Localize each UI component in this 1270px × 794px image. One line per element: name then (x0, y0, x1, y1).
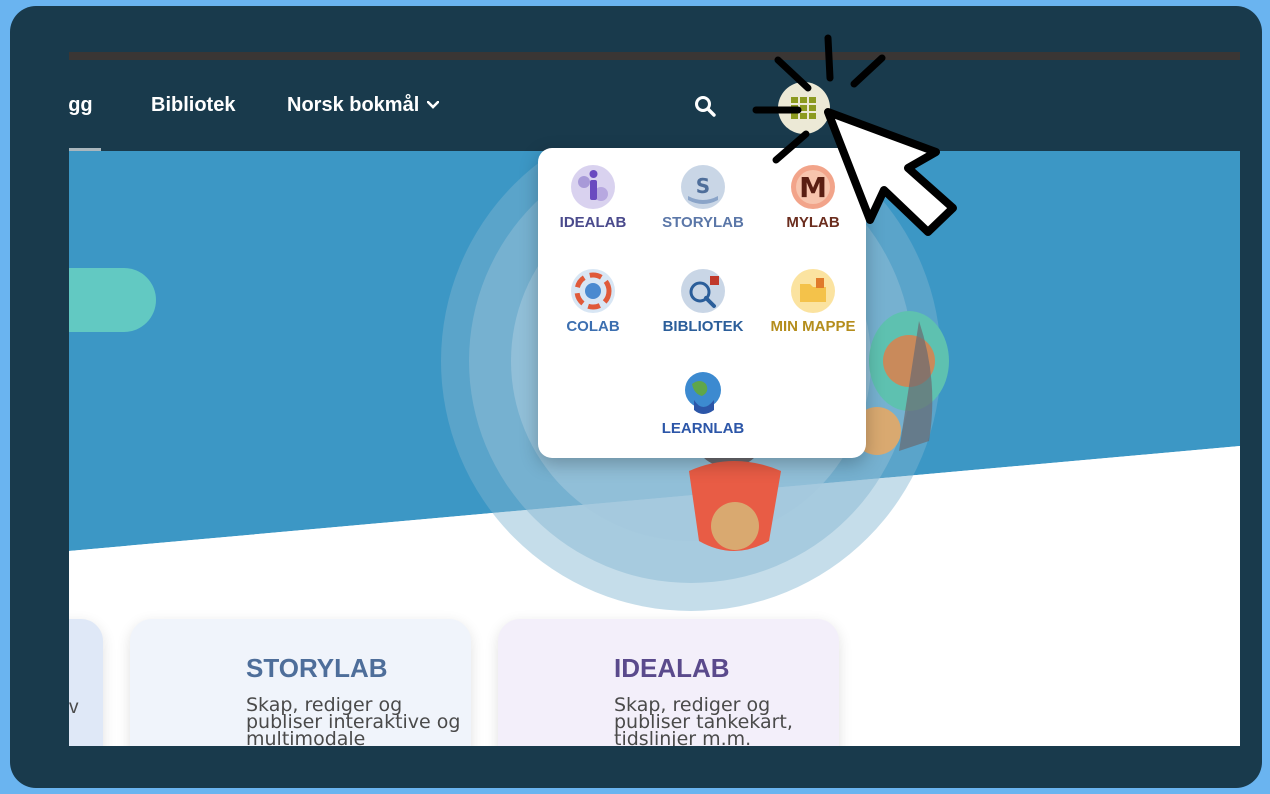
storylab-icon: S (681, 165, 725, 209)
card-description: Skap, rediger og publiser tankekart, tid… (614, 694, 793, 747)
card-description: Skap, rediger og publiser interaktive og… (246, 694, 461, 747)
app-label: IDEALAB (559, 214, 627, 231)
app-bibliotek[interactable]: BIBLIOTEK (648, 268, 758, 335)
language-selector[interactable]: Norsk bokmål (287, 94, 440, 117)
app-storylab[interactable]: S STORYLAB (648, 164, 758, 231)
card-idealab[interactable]: IDEALAB Skap, rediger og publiser tankek… (498, 619, 839, 746)
svg-text:S: S (696, 174, 710, 198)
card-partial[interactable]: v (69, 619, 103, 746)
app-min-mappe[interactable]: MIN MAPPE (758, 268, 868, 335)
card-partial-text: v (69, 697, 79, 718)
app-label: STORYLAB (662, 214, 744, 231)
colab-icon (571, 269, 615, 313)
app-label: LEARNLAB (661, 420, 745, 437)
card-title: IDEALAB (614, 653, 730, 683)
cta-button[interactable] (69, 268, 156, 332)
app-idealab[interactable]: IDEALAB (538, 164, 648, 231)
app-label: BIBLIOTEK (662, 318, 744, 335)
search-icon[interactable] (693, 94, 717, 118)
card-title: STORYLAB (246, 653, 388, 683)
app-colab[interactable]: COLAB (538, 268, 648, 335)
browser-top-line (69, 52, 1240, 60)
top-navbar: ogg Bibliotek Norsk bokmål (69, 60, 1240, 151)
nav-item-blogg[interactable]: ogg (69, 94, 93, 117)
learnlab-icon (685, 372, 721, 414)
language-label: Norsk bokmål (287, 94, 420, 116)
chevron-down-icon (426, 96, 440, 112)
folder-icon (791, 269, 835, 313)
app-label: MIN MAPPE (770, 318, 856, 335)
idealab-icon (571, 165, 615, 209)
app-learnlab[interactable]: LEARNLAB (648, 370, 758, 437)
hand-cursor-click-icon (752, 34, 957, 236)
card-storylab[interactable]: STORYLAB Skap, rediger og publiser inter… (130, 619, 471, 746)
nav-item-bibliotek[interactable]: Bibliotek (151, 94, 235, 117)
app-label: COLAB (566, 318, 620, 335)
bibliotek-icon (681, 269, 725, 313)
